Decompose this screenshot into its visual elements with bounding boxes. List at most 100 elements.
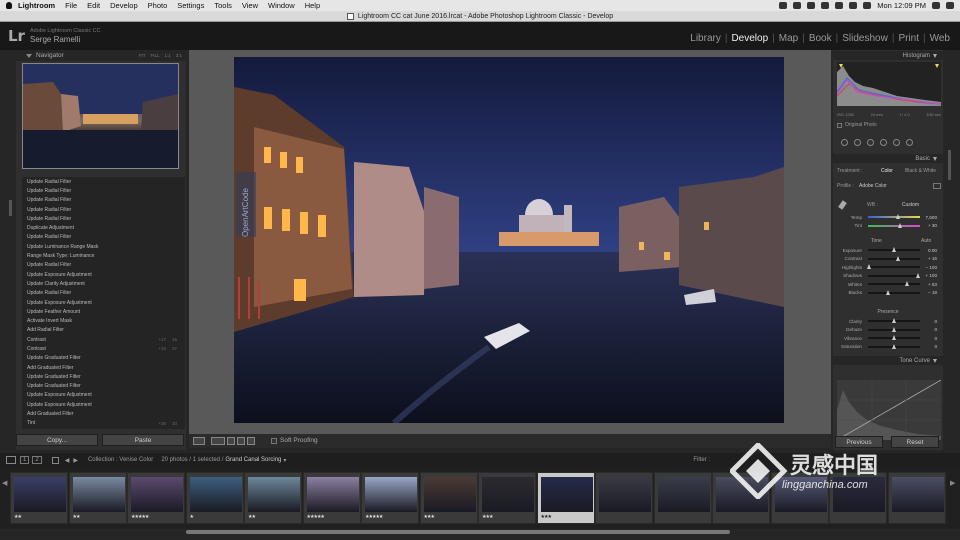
menu-clock[interactable]: Mon 12:09 PM xyxy=(877,1,926,10)
module-print[interactable]: Print xyxy=(894,33,923,44)
filmstrip-cell[interactable]: ★★★ xyxy=(419,472,478,524)
filmstrip-thumbnail[interactable] xyxy=(248,477,300,512)
zoom-fit[interactable]: FIT xyxy=(139,53,146,58)
filmstrip-cell[interactable]: ★★★★★ xyxy=(127,472,185,524)
star-rating[interactable]: ★★★★★ xyxy=(131,514,149,520)
soft-proofing-toggle[interactable]: Soft Proofing xyxy=(271,437,318,444)
slider-track[interactable] xyxy=(868,222,920,228)
soft-proofing-checkbox[interactable] xyxy=(271,437,277,444)
slider-value[interactable]: 0 xyxy=(923,319,937,324)
profile-browser-icon[interactable] xyxy=(933,183,941,189)
filmstrip-scrollbar[interactable] xyxy=(186,530,730,534)
history-item[interactable]: Update Radial Filter xyxy=(22,214,185,223)
histogram-header[interactable]: Histogram xyxy=(833,51,943,60)
back-arrow-icon[interactable]: ◀ xyxy=(65,457,70,464)
module-library[interactable]: Library xyxy=(686,33,725,44)
slider-value[interactable]: 0.00 xyxy=(923,248,937,253)
paste-button[interactable]: Paste xyxy=(102,434,184,446)
right-panel-toggle[interactable] xyxy=(948,150,951,180)
history-item[interactable]: Update Radial Filter xyxy=(22,261,185,270)
slider-thumb[interactable] xyxy=(895,214,900,219)
forward-arrow-icon[interactable]: ▶ xyxy=(73,457,78,464)
status-app-icon[interactable] xyxy=(821,2,830,9)
slider-track[interactable] xyxy=(868,326,920,332)
filmstrip-cell[interactable]: ★★ xyxy=(244,472,302,524)
filmstrip-thumbnail[interactable] xyxy=(657,477,710,512)
treatment-bw[interactable]: Black & White xyxy=(905,168,936,174)
history-item[interactable]: Update Radial Filter xyxy=(22,186,185,195)
original-photo-toggle[interactable]: Original Photo xyxy=(837,122,877,128)
slider-value[interactable]: 0 xyxy=(923,327,937,332)
filmstrip-cell[interactable]: ★★★ xyxy=(536,472,595,524)
filmstrip-cell[interactable]: ★★★ xyxy=(478,472,536,524)
menu-tools[interactable]: Tools xyxy=(214,1,232,10)
histogram-graph[interactable] xyxy=(837,62,941,106)
filmstrip-thumbnail[interactable] xyxy=(131,477,183,512)
slider-track[interactable] xyxy=(868,214,920,219)
slider-value[interactable]: − 19 xyxy=(923,290,937,295)
filmstrip-scroll-left-icon[interactable]: ◀ xyxy=(2,479,7,509)
collection-name[interactable]: Collection : Venise Color xyxy=(88,457,153,463)
swap-icon[interactable] xyxy=(237,437,245,445)
history-item[interactable]: Contrast +17 16 xyxy=(22,335,185,344)
radial-filter-icon[interactable] xyxy=(893,138,900,146)
history-item[interactable]: Update Graduated Filter xyxy=(22,354,185,363)
slider-value[interactable]: + 16 xyxy=(923,256,937,261)
slider-track[interactable] xyxy=(868,247,920,252)
spot-removal-icon[interactable] xyxy=(854,138,861,146)
collapse-triangle-icon[interactable] xyxy=(933,156,937,161)
star-rating[interactable]: ★ xyxy=(190,514,195,520)
original-photo-checkbox[interactable] xyxy=(837,122,842,128)
slider-value[interactable]: + 53 xyxy=(923,282,937,287)
notification-center-icon[interactable] xyxy=(946,2,954,9)
filmstrip-cell[interactable]: ★ xyxy=(185,472,244,524)
main-photo[interactable]: OpenArtCode xyxy=(234,57,784,423)
filmstrip-thumbnail[interactable] xyxy=(540,477,593,512)
volume-icon[interactable] xyxy=(849,2,858,9)
history-item[interactable]: Tint +30 30 xyxy=(22,419,185,428)
menu-window[interactable]: Window xyxy=(268,1,295,10)
history-item[interactable]: Range Mask Type: Luminance xyxy=(22,251,185,260)
filmstrip-cell[interactable]: ★★ xyxy=(68,472,127,524)
star-rating[interactable]: ★★★ xyxy=(482,514,493,520)
wifi-icon[interactable] xyxy=(835,2,844,9)
slider-thumb[interactable] xyxy=(891,318,896,323)
slider-value[interactable]: 0 xyxy=(923,344,937,349)
filmstrip-thumbnail[interactable] xyxy=(599,477,651,512)
history-item[interactable]: Update Radial Filter xyxy=(22,177,185,186)
selected-filename[interactable]: Grand Canal Sorcing xyxy=(225,457,281,463)
filmstrip-cell[interactable]: ★★ xyxy=(10,472,68,524)
history-item[interactable]: Update Exposure Adjustment xyxy=(22,270,185,279)
history-item[interactable]: Add Graduated Filter xyxy=(22,363,185,372)
collapse-triangle-icon[interactable] xyxy=(933,358,937,363)
history-item[interactable]: Update Exposure Adjustment xyxy=(22,400,185,409)
slider-value[interactable]: 7,500 xyxy=(923,215,938,220)
dropbox-icon[interactable] xyxy=(807,2,816,9)
wb-eyedropper-icon[interactable] xyxy=(838,200,847,210)
slider-value[interactable]: 0 xyxy=(923,336,937,341)
slider-thumb[interactable] xyxy=(891,247,896,252)
slider-track[interactable] xyxy=(868,272,921,278)
filmstrip-cell[interactable]: ★★★★★ xyxy=(302,472,361,524)
filmstrip-thumbnail[interactable] xyxy=(306,477,359,512)
filmstrip-thumbnail[interactable] xyxy=(365,477,417,512)
history-item[interactable]: Update Graduated Filter xyxy=(22,372,185,381)
zoom-3-1[interactable]: 3:1 xyxy=(176,53,182,58)
menu-file[interactable]: File xyxy=(65,1,77,10)
module-develop[interactable]: Develop xyxy=(727,33,772,44)
status-app-icon[interactable] xyxy=(793,2,802,9)
tone-curve-header[interactable]: Tone Curve xyxy=(833,356,943,365)
status-app-icon[interactable] xyxy=(779,2,788,9)
menu-settings[interactable]: Settings xyxy=(177,1,204,10)
slider-track[interactable] xyxy=(868,289,920,295)
before-after-arrow-icon[interactable] xyxy=(227,437,235,445)
history-item[interactable]: Add Graduated Filter xyxy=(22,409,185,418)
menu-edit[interactable]: Edit xyxy=(87,1,100,10)
menu-develop[interactable]: Develop xyxy=(110,1,138,10)
slider-track[interactable] xyxy=(868,281,920,286)
slider-track[interactable] xyxy=(868,335,920,340)
star-rating[interactable]: ★★★★★ xyxy=(307,514,325,520)
history-item[interactable]: Update Exposure Adjustment xyxy=(22,298,185,307)
filmstrip-cell[interactable] xyxy=(595,472,653,524)
star-rating[interactable]: ★★ xyxy=(14,514,22,520)
